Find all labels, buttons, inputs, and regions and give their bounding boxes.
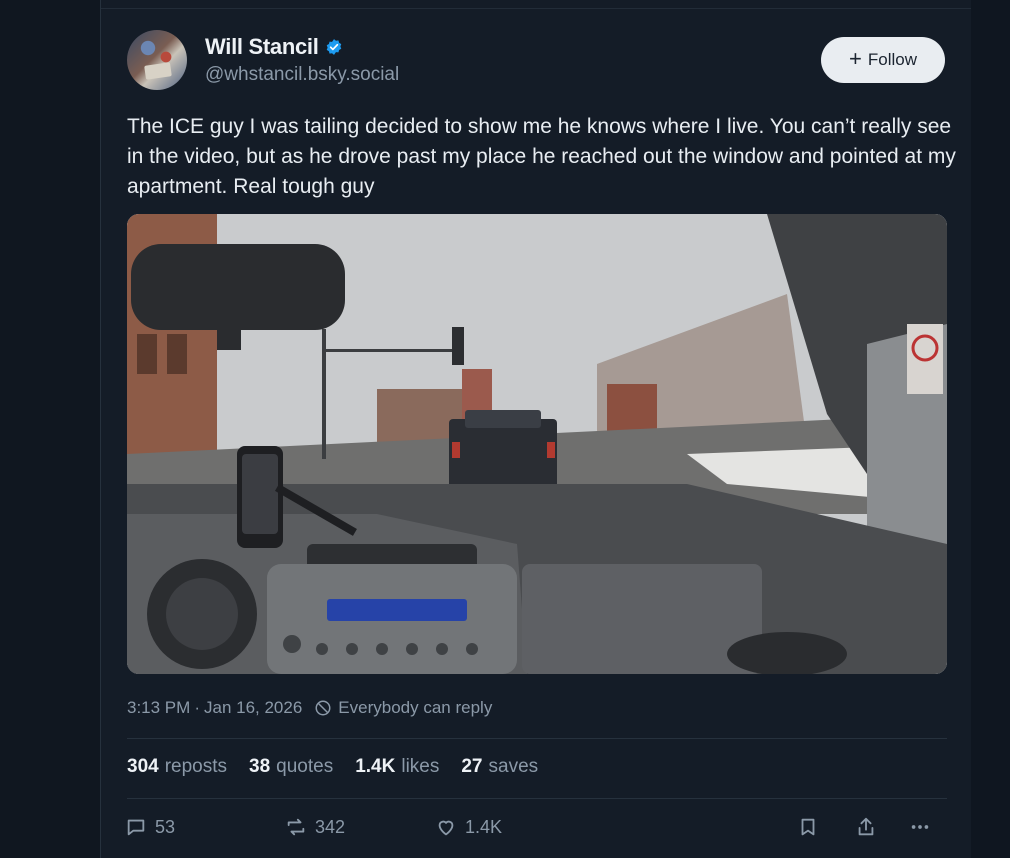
reposts-count: 304: [127, 756, 159, 777]
saves-stat[interactable]: 27 saves: [461, 756, 538, 778]
post-meta: 3:13 PM · Jan 16, 2026 Everybody can rep…: [127, 698, 492, 718]
likes-label: likes: [401, 756, 440, 777]
repost-count: 342: [315, 816, 346, 837]
post-date[interactable]: Jan 16, 2026: [204, 698, 302, 718]
comment-icon: [127, 819, 145, 836]
bookmark-button[interactable]: [797, 816, 819, 838]
divider: [127, 738, 947, 739]
stats-row: 304 reposts 38 quotes 1.4K likes 27 saves: [127, 756, 538, 778]
right-sidebar: [971, 0, 1010, 858]
divider: [101, 8, 971, 9]
avatar[interactable]: [127, 30, 187, 90]
bookmark-icon: [801, 818, 815, 836]
post-card: Will Stancil @whstancil.bsky.social + Fo…: [100, 0, 972, 858]
follow-label: Follow: [867, 50, 917, 69]
likes-stat[interactable]: 1.4K likes: [355, 756, 439, 778]
reposts-label: reposts: [164, 756, 228, 777]
share-button[interactable]: [855, 816, 877, 838]
left-sidebar: [0, 0, 100, 858]
video-still: [127, 214, 947, 674]
follow-button[interactable]: + Follow: [821, 37, 945, 83]
share-icon: [858, 817, 874, 836]
quotes-label: quotes: [276, 756, 334, 777]
heart-icon: [438, 820, 454, 836]
saves-label: saves: [488, 756, 539, 777]
ellipsis-icon: [911, 825, 929, 829]
reply-button[interactable]: 53: [125, 816, 175, 838]
author-name-row: Will Stancil: [205, 34, 343, 60]
plus-icon: +: [849, 46, 862, 71]
meta-separator: ·: [194, 698, 200, 717]
like-button[interactable]: 1.4K: [435, 816, 502, 838]
saves-count: 27: [461, 756, 483, 777]
reply-setting: Everybody can reply: [338, 698, 493, 717]
post-video[interactable]: [127, 214, 947, 674]
reposts-stat[interactable]: 304 reposts: [127, 756, 227, 778]
quotes-stat[interactable]: 38 quotes: [249, 756, 333, 778]
repost-button[interactable]: 342: [285, 816, 345, 838]
repost-icon: [287, 818, 305, 836]
verified-badge-icon: [326, 39, 341, 55]
likes-count: 1.4K: [355, 756, 396, 777]
quotes-count: 38: [249, 756, 271, 777]
reply-setting-icon: [315, 700, 331, 716]
author-handle[interactable]: @whstancil.bsky.social: [205, 64, 399, 86]
post-time[interactable]: 3:13 PM: [127, 698, 190, 718]
more-options-button[interactable]: [909, 816, 931, 838]
reply-count: 53: [155, 816, 176, 837]
divider: [127, 798, 947, 799]
like-count: 1.4K: [465, 816, 503, 837]
actions-row: 53 342 1.4K: [125, 816, 945, 850]
author-display-name[interactable]: Will Stancil: [205, 34, 319, 60]
post-text: The ICE guy I was tailing decided to sho…: [127, 115, 956, 198]
